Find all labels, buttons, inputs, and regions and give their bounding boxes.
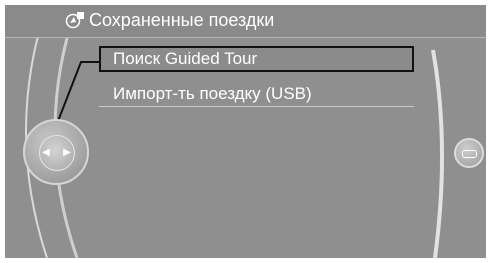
menu-item-guided-tour-search[interactable]: Поиск Guided Tour <box>99 46 414 72</box>
idrive-screen: Сохраненные поездки Поиск Guided Tour Им… <box>5 5 486 258</box>
option-glyph <box>462 150 477 158</box>
menu-item-import-trip-usb[interactable]: Импорт-ть поездку (USB) <box>99 81 414 107</box>
controller-center: ◀ ▶ <box>39 135 75 171</box>
screen-header: Сохраненные поездки <box>5 5 486 38</box>
arrow-right-icon: ▶ <box>63 147 71 158</box>
right-scroll-arc <box>431 49 445 258</box>
arrow-left-icon: ◀ <box>42 147 50 158</box>
menu-item-label: Импорт-ть поездку (USB) <box>113 84 312 103</box>
menu-item-label: Поиск Guided Tour <box>113 49 258 68</box>
saved-trips-icon <box>65 12 84 29</box>
page-title: Сохраненные поездки <box>89 10 275 30</box>
controller-knob-icon[interactable]: ◀ ▶ <box>23 119 89 185</box>
option-button-icon[interactable] <box>454 138 484 168</box>
